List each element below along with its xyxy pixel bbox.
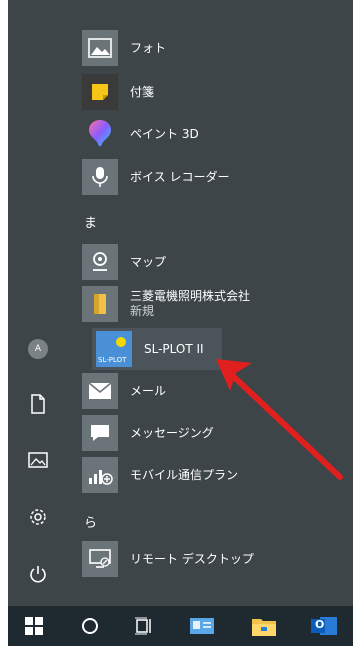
section-header-ma[interactable]: ま <box>84 212 97 231</box>
pictures-icon[interactable] <box>24 446 52 474</box>
app-maps-label: マップ <box>130 254 167 269</box>
app-paint3d-label: ペイント 3D <box>130 126 199 141</box>
app-slplot-label: SL-PLOT II <box>144 341 204 356</box>
start-menu: A フォト 付箋 ペイント 3D ボイス レコーダー ま マップ 三菱電機照明株… <box>8 0 353 646</box>
outlook-letter: O <box>315 618 325 631</box>
app-photos-label: フォト <box>130 40 167 55</box>
annotation-arrow-icon <box>216 359 343 480</box>
microphone-icon <box>82 159 118 195</box>
windows-start-icon[interactable] <box>14 606 54 646</box>
section-header-ra[interactable]: ら <box>84 512 97 531</box>
avatar-initial: A <box>34 344 42 354</box>
file-explorer-icon[interactable] <box>244 606 284 646</box>
app-photos[interactable]: フォト <box>82 28 342 68</box>
new-badge: 新規 <box>130 304 155 318</box>
app-sticky-notes[interactable]: 付箋 <box>82 72 342 112</box>
app-voice-recorder-label: ボイス レコーダー <box>130 169 230 184</box>
chat-bubble-icon <box>82 415 118 451</box>
contact-card-app-icon[interactable] <box>182 606 222 646</box>
app-remote-desktop-label: リモート デスクトップ <box>130 551 254 566</box>
app-sticky-notes-label: 付箋 <box>130 84 155 99</box>
remote-desktop-icon <box>82 541 118 577</box>
mail-envelope-icon <box>82 373 118 409</box>
folder-icon <box>82 286 118 322</box>
task-view-icon[interactable] <box>124 606 164 646</box>
taskbar: O <box>8 606 353 646</box>
slplot-app-icon: SL-PLOT <box>96 331 132 367</box>
sticky-notes-icon <box>82 74 118 110</box>
app-remote-desktop[interactable]: リモート デスクトップ <box>82 539 342 579</box>
slplot-tile-text: SL-PLOT <box>98 356 127 364</box>
folder-name-label: 三菱電機照明株式会社 <box>130 289 251 303</box>
app-maps[interactable]: マップ <box>82 242 342 282</box>
avatar-circle: A <box>28 339 48 359</box>
app-mail-label: メール <box>130 383 167 398</box>
power-icon[interactable] <box>24 560 52 588</box>
app-paint3d[interactable]: ペイント 3D <box>82 114 342 154</box>
app-folder-mitsubishi[interactable]: 三菱電機照明株式会社 新規 <box>82 284 342 324</box>
signal-plus-icon <box>82 457 118 493</box>
map-pin-icon <box>82 244 118 280</box>
documents-icon[interactable] <box>24 390 52 418</box>
app-voice-recorder[interactable]: ボイス レコーダー <box>82 157 342 197</box>
slplot-badge-icon <box>116 337 126 347</box>
photos-icon <box>82 30 118 66</box>
paint3d-icon <box>82 116 118 152</box>
cortana-search-icon[interactable] <box>70 606 110 646</box>
settings-gear-icon[interactable] <box>24 503 52 531</box>
user-avatar[interactable]: A <box>24 335 52 363</box>
outlook-icon[interactable]: O <box>304 606 344 646</box>
